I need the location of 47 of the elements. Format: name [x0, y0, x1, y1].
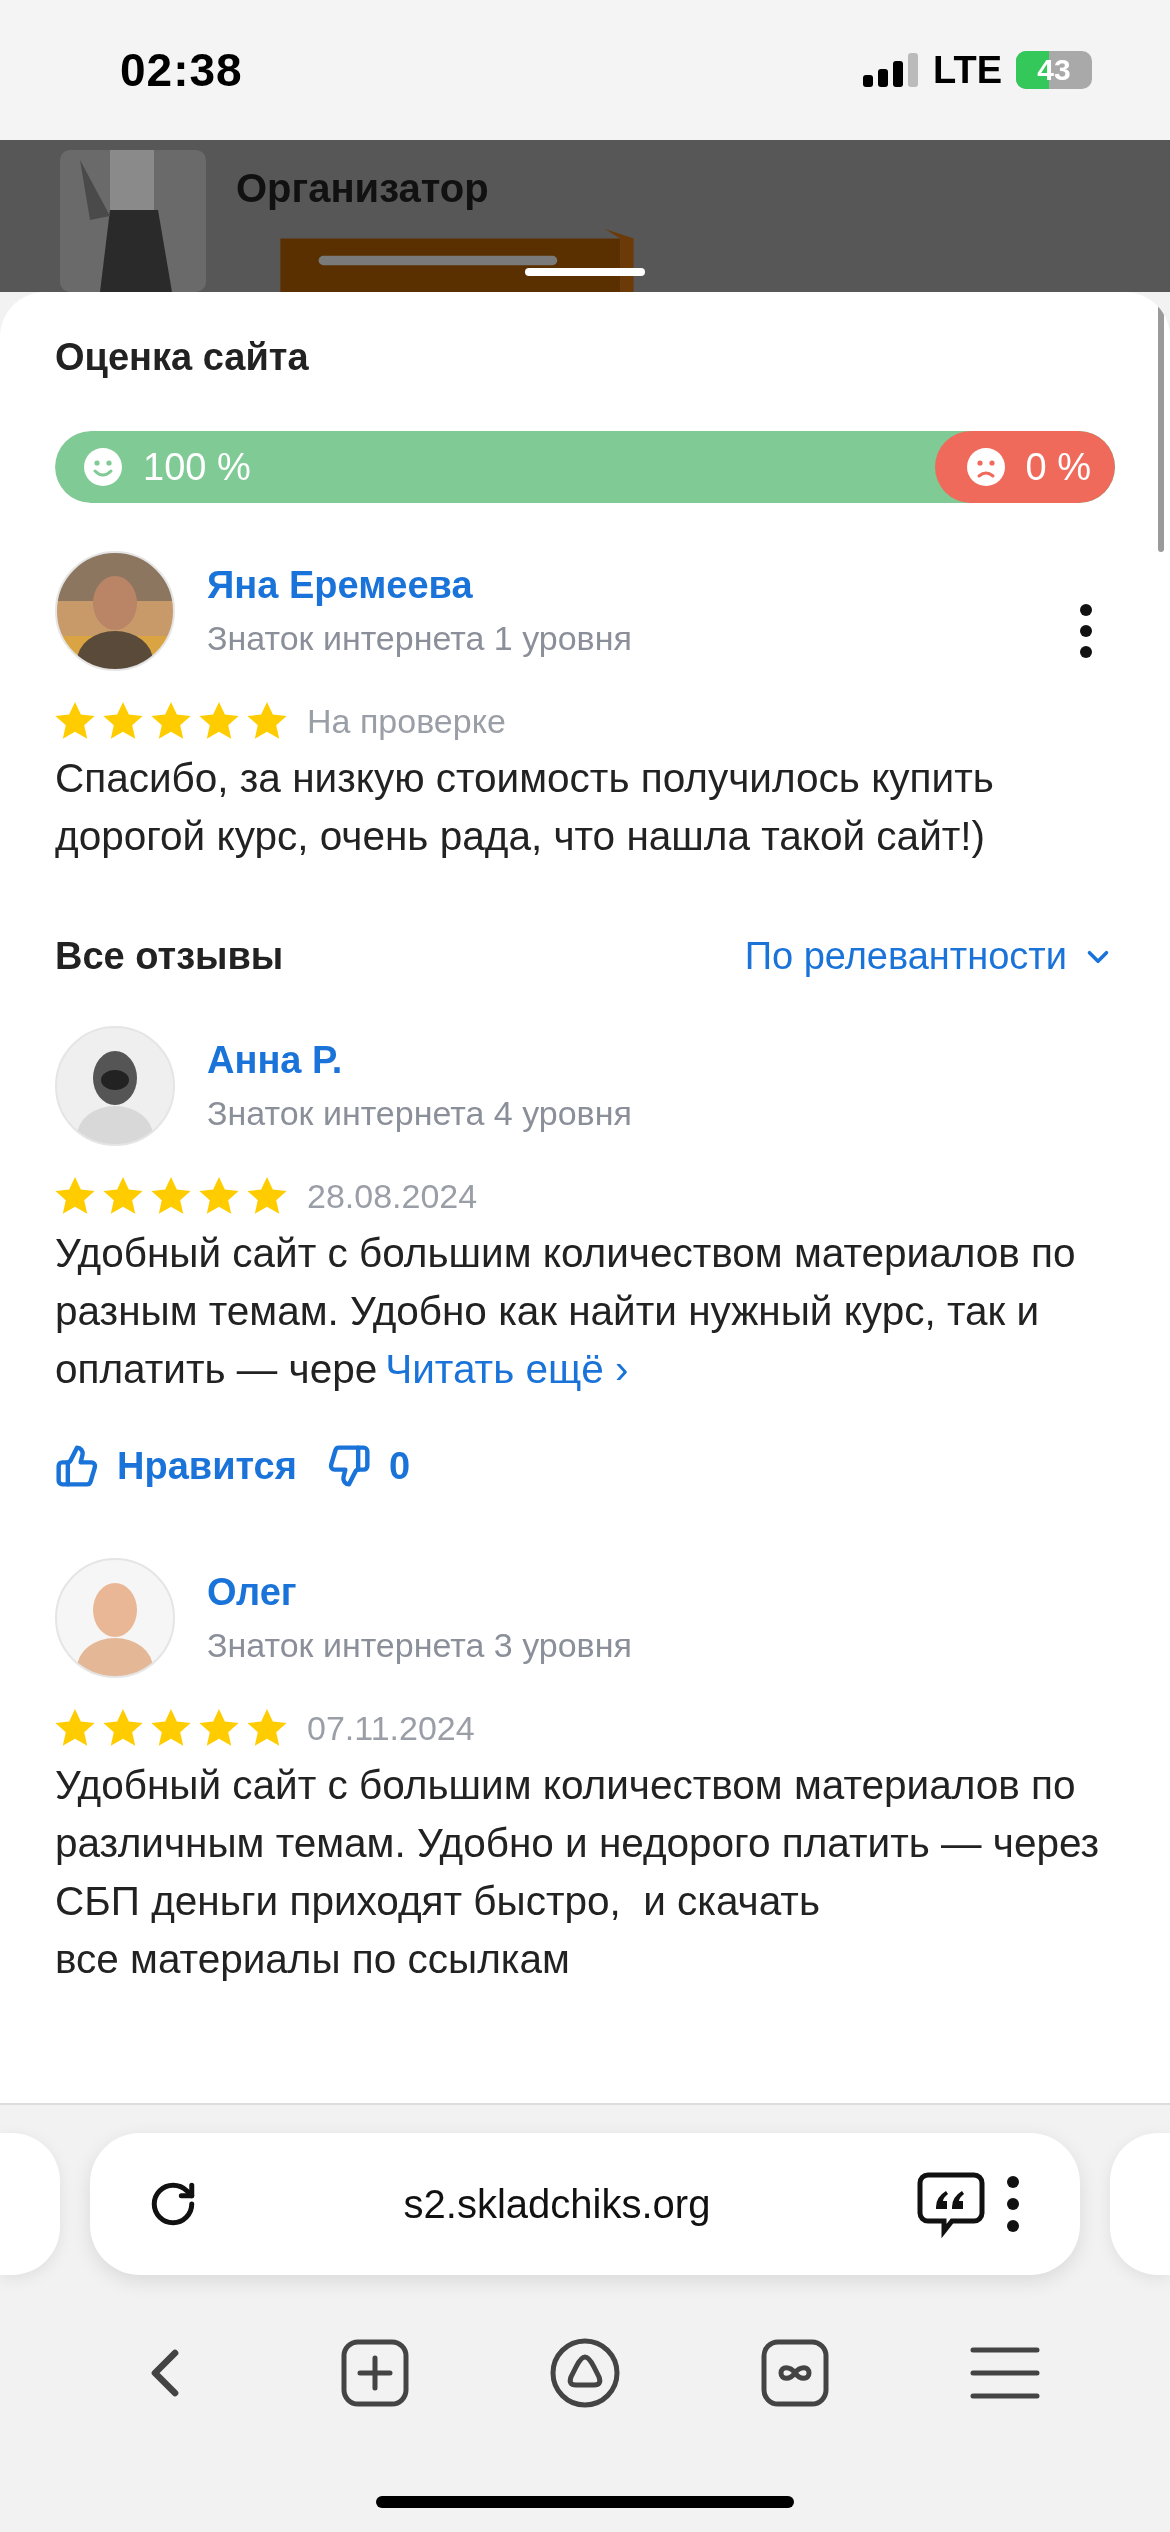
reviewer-rank: Знаток интернета 4 уровня — [207, 1094, 633, 1133]
sheet-handle[interactable] — [525, 268, 645, 276]
thumbs-down-icon — [326, 1444, 371, 1488]
sad-face-icon — [965, 447, 1006, 487]
reviewer-rank: Знаток интернета 3 уровня — [207, 1626, 633, 1665]
reviewer-name[interactable]: Яна Еремеева — [207, 564, 1047, 607]
star-icon — [199, 1708, 239, 1748]
star-icon — [247, 1708, 287, 1748]
star-icon — [55, 701, 95, 741]
star-icon — [199, 701, 239, 741]
star-icon — [199, 1176, 239, 1216]
star-icon — [103, 701, 143, 741]
star-icon — [55, 1176, 95, 1216]
like-button[interactable]: Нравится — [55, 1444, 297, 1488]
reviewer-name[interactable]: Анна Р. — [207, 1039, 1115, 1082]
reviewer-rank: Знаток интернета 1 уровня — [207, 619, 633, 658]
signal-icon — [863, 53, 920, 87]
page-title: Организатор — [236, 166, 490, 211]
star-icon — [247, 701, 287, 741]
star-icon — [151, 701, 191, 741]
positive-percent: 100 % — [143, 445, 251, 489]
network-label: LTE — [933, 48, 1002, 92]
smile-icon — [83, 447, 123, 487]
dislike-button[interactable]: 0 — [326, 1444, 411, 1488]
thumbs-up-icon — [55, 1444, 99, 1488]
more-icon[interactable] — [1006, 2175, 1020, 2233]
clock: 02:38 — [120, 43, 243, 97]
review-date: 28.08.2024 — [307, 1176, 478, 1216]
review-status: На проверке — [307, 701, 506, 741]
star-icon — [151, 1708, 191, 1748]
star-icon — [151, 1176, 191, 1216]
sheet-title: Оценка сайта — [55, 336, 310, 379]
star-icon — [103, 1708, 143, 1748]
sort-dropdown[interactable]: По релевантности — [744, 935, 1115, 978]
address-bar[interactable]: s2.skladchiks.org — [90, 2133, 1080, 2275]
review-text: Удобный сайт с большим количеством материалов по разным темам. Удобно как найти нужный курс, так и оплатить — чере Читать ещё › — [55, 1229, 1077, 1394]
review-date: 07.11.2024 — [307, 1708, 475, 1748]
star-icon — [247, 1176, 287, 1216]
star-icon — [103, 1176, 143, 1216]
review-text: Удобный сайт с большим количеством материалов по различным темам. Удобно и недорого платить — через СБП деньги приходят быстро, и скачать все материалы по ссылкам — [55, 1761, 1101, 1984]
read-more-link[interactable]: Читать ещё › — [385, 1346, 629, 1392]
section-title: Все отзывы — [55, 935, 284, 978]
review-text: Спасибо, за низкую стоимость получилось купить дорогой курс, очень рада, что нашла такой сайт!) — [55, 754, 995, 861]
more-icon[interactable] — [1079, 603, 1093, 659]
negative-percent: 0 % — [1025, 445, 1091, 489]
star-icon — [55, 1708, 95, 1748]
reviewer-name[interactable]: Олег — [207, 1571, 1115, 1614]
